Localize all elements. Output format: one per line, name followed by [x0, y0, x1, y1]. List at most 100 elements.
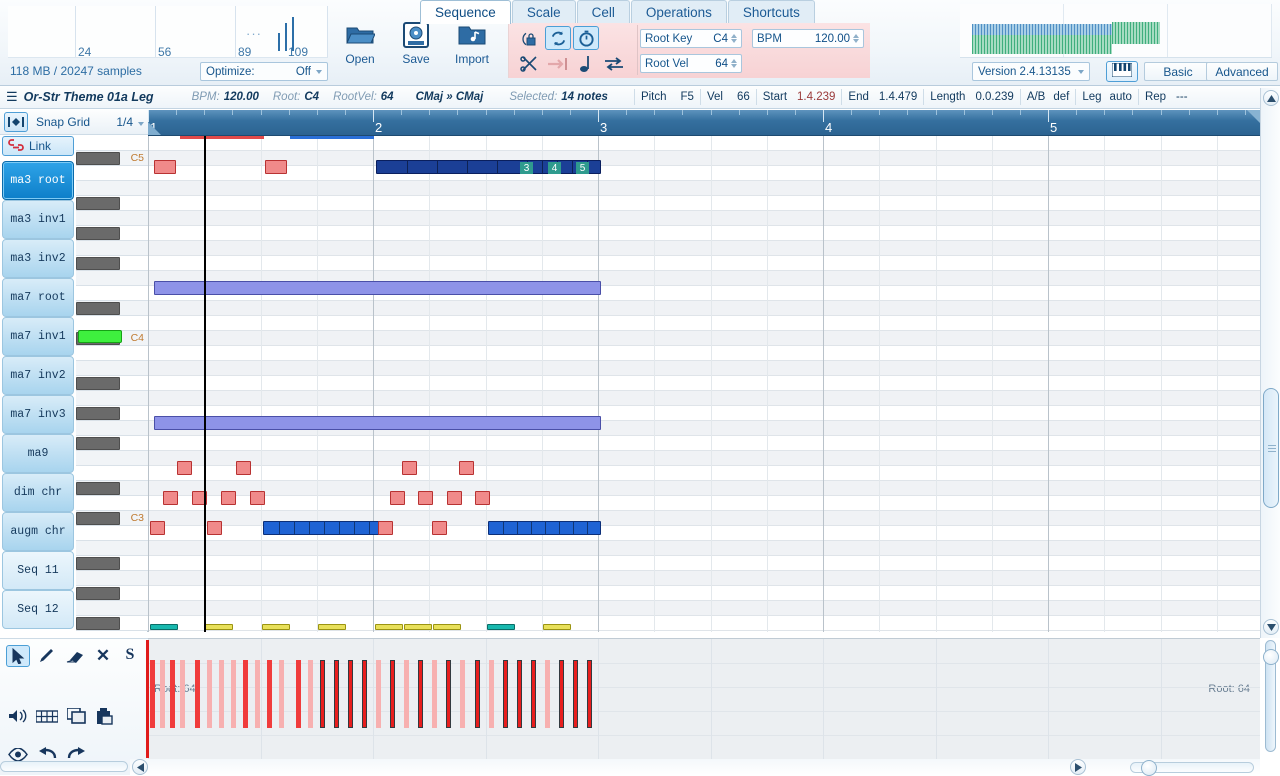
waveform-preview[interactable]: [960, 4, 1272, 58]
note-red-5[interactable]: [402, 461, 417, 475]
note-red-16[interactable]: [207, 521, 222, 535]
grid-row[interactable]: [148, 331, 1260, 346]
grid-row[interactable]: [148, 556, 1260, 571]
velocity-bar-24[interactable]: [460, 660, 465, 728]
note-red-7[interactable]: [163, 491, 178, 505]
note-red-13[interactable]: [447, 491, 462, 505]
sequence-item-10[interactable]: Seq 11: [2, 551, 74, 590]
piano-black-key[interactable]: [76, 617, 120, 630]
velocity-bar-19[interactable]: [390, 660, 395, 728]
version-dropdown[interactable]: Version 2.4.13135: [972, 62, 1090, 81]
snap-grid-value[interactable]: 1/4: [116, 115, 144, 129]
grid-row[interactable]: [148, 241, 1260, 256]
note-red-2[interactable]: [265, 160, 287, 174]
horizontal-zoom-knob[interactable]: [1141, 760, 1157, 776]
piano-black-key[interactable]: [76, 302, 120, 315]
sequence-item-11[interactable]: Seq 12: [2, 590, 74, 629]
piano-key-row[interactable]: [76, 361, 148, 376]
scroll-left-arrow-icon[interactable]: [132, 759, 148, 775]
import-button[interactable]: Import: [444, 20, 500, 66]
horizontal-scrollbar[interactable]: [130, 759, 1260, 776]
root-key-stepper[interactable]: [731, 34, 737, 43]
velocity-bar-14[interactable]: [320, 660, 325, 728]
grid-row[interactable]: [148, 376, 1260, 391]
piano-key-row[interactable]: [76, 211, 148, 226]
marker-red[interactable]: [180, 136, 264, 139]
note-purple-2[interactable]: [154, 416, 601, 430]
prop-length[interactable]: Length 0.0.239: [930, 91, 1014, 103]
piano-key-highlighted[interactable]: [78, 330, 122, 343]
sequence-item-5[interactable]: ma7 inv2: [2, 356, 74, 395]
grid-row[interactable]: [148, 586, 1260, 601]
loop-start-handle[interactable]: [148, 122, 161, 135]
open-button[interactable]: Open: [332, 20, 388, 66]
lock-icon[interactable]: [517, 27, 543, 51]
vertical-zoom-knob[interactable]: [1263, 649, 1279, 665]
tab-sequence[interactable]: Sequence: [420, 0, 511, 24]
piano-keyboard[interactable]: C5 C4 C3: [76, 136, 148, 632]
sequence-item-4[interactable]: ma7 inv1: [2, 317, 74, 356]
velocity-bar-10[interactable]: [267, 660, 272, 728]
pointer-tool-icon[interactable]: [6, 645, 30, 667]
piano-black-key[interactable]: [76, 152, 120, 165]
velocity-bar-26[interactable]: [489, 660, 494, 728]
delete-x-icon[interactable]: ✕: [92, 645, 114, 667]
bottom-clip-2[interactable]: [262, 624, 290, 630]
note-red-11[interactable]: [390, 491, 405, 505]
pencil-tool-icon[interactable]: [34, 645, 58, 667]
piano-key-row[interactable]: [76, 346, 148, 361]
piano-key-row[interactable]: [76, 571, 148, 586]
velocity-bar-8[interactable]: [243, 660, 248, 728]
velocity-bar-9[interactable]: [255, 660, 260, 728]
speaker-icon[interactable]: [6, 705, 30, 727]
link-button[interactable]: Link: [2, 136, 74, 156]
piano-key-row[interactable]: [76, 241, 148, 256]
piano-key-row[interactable]: [76, 181, 148, 196]
root-vel-field[interactable]: Root Vel 64: [640, 54, 742, 73]
grid-row[interactable]: [148, 436, 1260, 451]
quarter-note-icon[interactable]: [573, 52, 599, 76]
note-red-6[interactable]: [459, 461, 474, 475]
bottom-clip-3[interactable]: [318, 624, 346, 630]
grid-row[interactable]: [148, 541, 1260, 556]
piano-keys-button[interactable]: [1106, 61, 1138, 82]
eraser-tool-icon[interactable]: [62, 645, 88, 667]
copy-icon[interactable]: [64, 705, 88, 727]
horizontal-zoom-slider-left[interactable]: [0, 761, 128, 772]
grid-row[interactable]: [148, 301, 1260, 316]
piano-black-key[interactable]: [76, 557, 120, 570]
piano-black-key[interactable]: [76, 257, 120, 270]
velocity-bar-31[interactable]: [559, 660, 564, 728]
piano-key-row[interactable]: [76, 166, 148, 181]
note-red-10[interactable]: [250, 491, 265, 505]
grid-row[interactable]: [148, 466, 1260, 481]
grid-row[interactable]: [148, 211, 1260, 226]
piano-key-row[interactable]: [76, 271, 148, 286]
root-vel-stepper[interactable]: [731, 59, 737, 68]
velocity-bar-18[interactable]: [376, 660, 381, 728]
vertical-zoom-slider[interactable]: [1263, 640, 1279, 752]
grid-row[interactable]: [148, 256, 1260, 271]
velocity-bar-3[interactable]: [180, 660, 185, 728]
velocity-bar-25[interactable]: [475, 660, 480, 728]
piano-roll-grid[interactable]: 3 4 5: [148, 136, 1260, 632]
sequence-item-6[interactable]: ma7 inv3: [2, 395, 74, 434]
grid-row[interactable]: [148, 166, 1260, 181]
velocity-bar-0[interactable]: [150, 660, 155, 728]
prop-rep[interactable]: Rep ---: [1145, 91, 1188, 103]
root-key-field[interactable]: Root Key C4: [640, 29, 742, 48]
note-red-14[interactable]: [475, 491, 490, 505]
grid-row[interactable]: [148, 316, 1260, 331]
playhead[interactable]: [204, 136, 206, 632]
scroll-down-arrow-icon[interactable]: [1263, 619, 1279, 635]
grid-row[interactable]: [148, 196, 1260, 211]
piano-key-row[interactable]: [76, 466, 148, 481]
note-red-1[interactable]: [154, 160, 176, 174]
piano-black-key[interactable]: [76, 587, 120, 600]
save-button[interactable]: Save: [388, 20, 444, 66]
piano-key-row[interactable]: [76, 601, 148, 616]
bottom-clip-1[interactable]: [205, 624, 233, 630]
piano-key-row[interactable]: [76, 421, 148, 436]
note-red-4[interactable]: [236, 461, 251, 475]
paste-icon[interactable]: [92, 705, 116, 727]
